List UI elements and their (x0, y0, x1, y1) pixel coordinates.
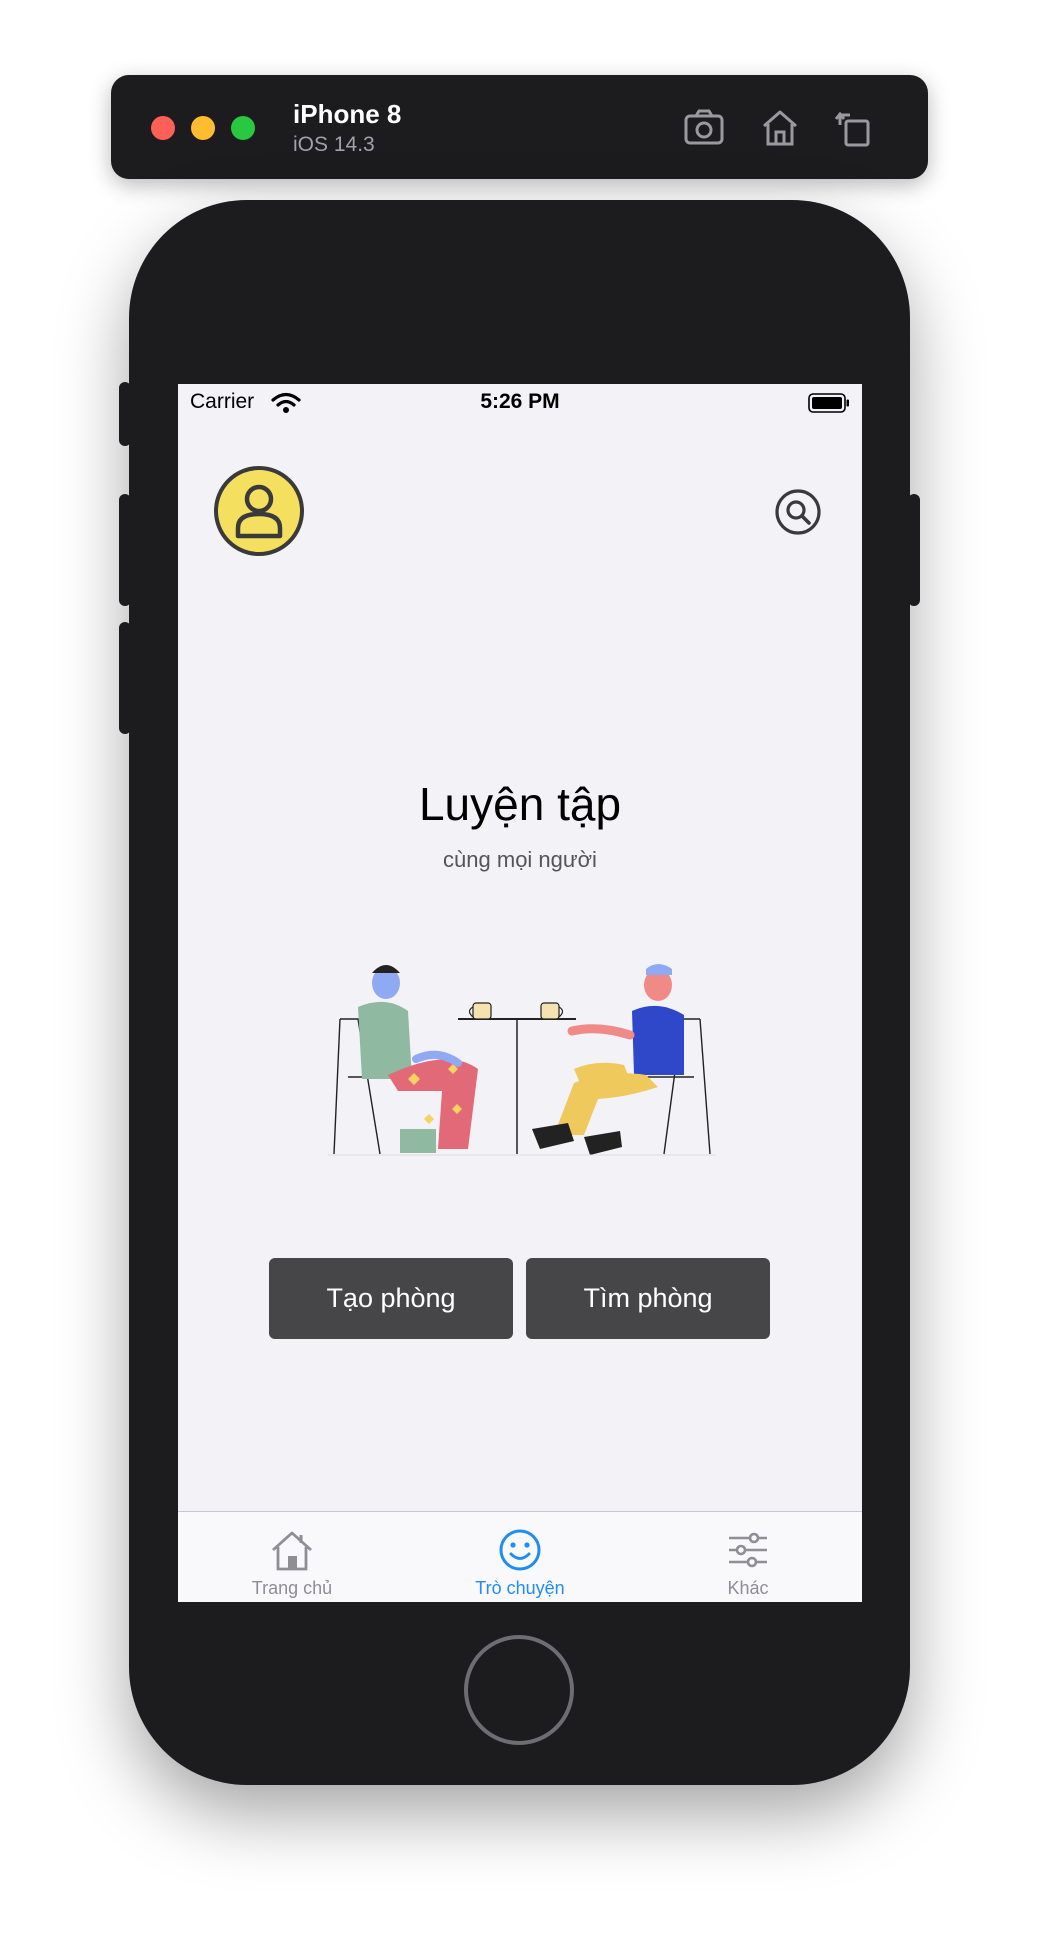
screenshot-button[interactable] (681, 105, 727, 151)
search-button[interactable] (774, 488, 822, 536)
status-time: 5:26 PM (480, 390, 560, 413)
tab-chat-label: Trò chuyện (475, 1578, 565, 1598)
camera-icon (684, 109, 724, 145)
user-icon (235, 484, 283, 539)
tab-more[interactable]: Khác (634, 1512, 862, 1602)
battery-icon (808, 393, 849, 413)
profile-avatar-button[interactable] (214, 466, 304, 556)
page-subtitle: cùng mọi người (443, 847, 597, 872)
home-icon (763, 110, 797, 146)
home-hardware-button[interactable] (464, 1635, 574, 1745)
mute-switch (119, 382, 131, 446)
volume-up-button (119, 494, 131, 606)
tab-more-label: Khác (727, 1578, 769, 1598)
device-name: iPhone 8 (293, 99, 402, 129)
minimize-window-button[interactable] (191, 116, 215, 140)
create-room-button[interactable]: Tạo phòng (269, 1258, 513, 1339)
conversation-illustration (328, 964, 716, 1156)
os-version: iOS 14.3 (293, 133, 375, 156)
page-title: Luyện tập (418, 778, 622, 830)
smile-icon (499, 1529, 541, 1571)
simulator-toolbar: iPhone 8 iOS 14.3 (111, 75, 928, 179)
volume-down-button (119, 622, 131, 734)
home-simulator-button[interactable] (757, 105, 803, 151)
home-icon (272, 1531, 312, 1571)
app-screen: Carrier 5:26 PM Luyện tập cùng mọi người (178, 384, 862, 1602)
tab-home[interactable]: Trang chủ (178, 1512, 406, 1602)
search-icon (775, 489, 821, 535)
zoom-window-button[interactable] (231, 116, 255, 140)
find-room-button[interactable]: Tìm phòng (526, 1258, 770, 1339)
rotate-icon (834, 111, 870, 147)
power-button (908, 494, 920, 606)
sliders-icon (729, 1532, 767, 1568)
tab-home-label: Trang chủ (251, 1578, 333, 1598)
status-bar: Carrier 5:26 PM (178, 384, 862, 424)
rotate-button[interactable] (831, 105, 877, 151)
tab-chat[interactable]: Trò chuyện (406, 1512, 634, 1602)
tab-bar: Trang chủ Trò chuyện Khác (178, 1511, 862, 1602)
close-window-button[interactable] (151, 116, 175, 140)
